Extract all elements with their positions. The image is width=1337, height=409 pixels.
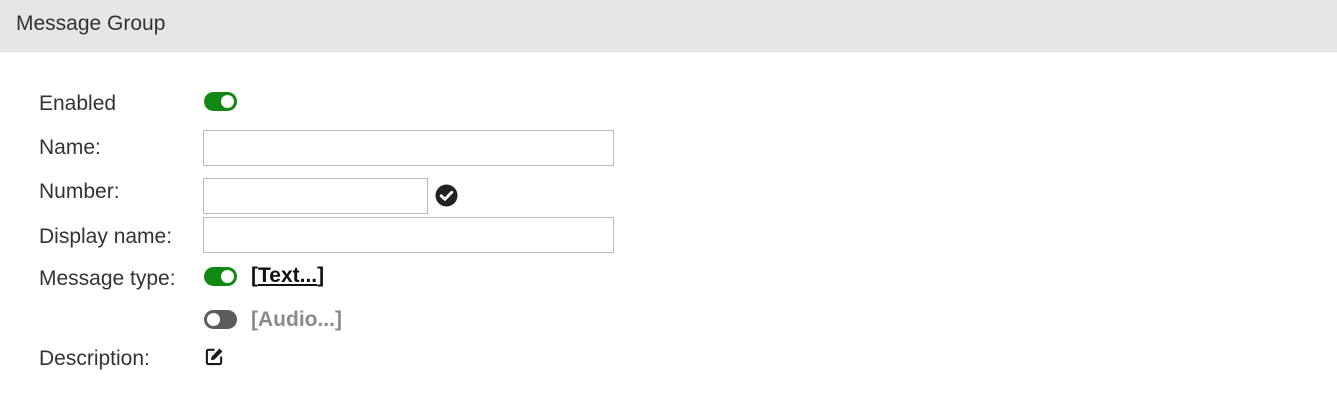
number-input[interactable] [203,178,428,214]
text-message-link[interactable]: [Text...] [251,264,324,288]
enabled-toggle[interactable] [204,92,237,111]
bracket-close: ] [317,264,325,287]
panel-header: Message Group [0,0,1337,52]
display-name-input[interactable] [203,217,614,253]
enabled-label: Enabled [39,92,117,115]
name-input[interactable] [203,130,614,166]
toggle-knob [207,313,220,326]
display-name-label: Display name: [39,225,173,248]
message-type-label: Message type: [39,267,176,290]
number-label: Number: [39,180,120,203]
text-link-label: Text... [258,264,318,287]
description-label: Description: [39,347,150,370]
bracket-open: [ [251,264,258,287]
toggle-knob [221,270,234,283]
audio-message-link[interactable]: [Audio...] [251,308,342,332]
edit-icon[interactable] [205,347,224,366]
text-message-toggle[interactable] [204,267,237,286]
name-label: Name: [39,136,101,159]
audio-message-toggle[interactable] [204,310,237,329]
toggle-knob [221,95,234,108]
check-circle-icon[interactable] [435,184,458,207]
panel-title: Message Group [16,12,166,35]
